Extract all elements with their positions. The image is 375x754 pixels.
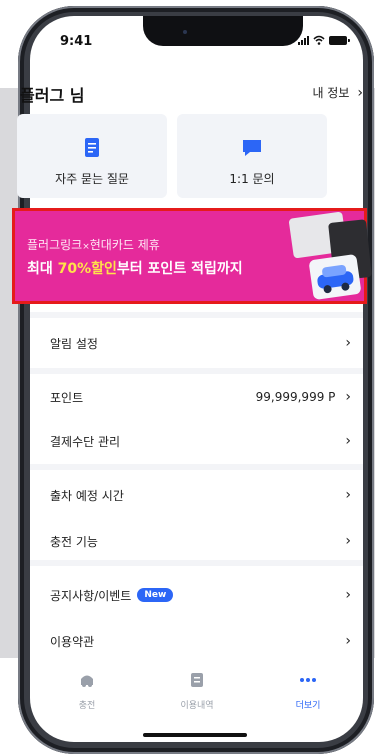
departure-time-row[interactable]: 출차 예정 시간 › bbox=[30, 472, 363, 518]
departure-time-label: 출차 예정 시간 bbox=[50, 488, 124, 503]
profile-link[interactable]: 내 정보 › bbox=[312, 84, 363, 101]
inquiry-button[interactable]: 1:1 문의 bbox=[177, 114, 327, 198]
camera-dot bbox=[183, 30, 187, 34]
battery-icon bbox=[329, 35, 350, 45]
tab-charge-label: 충전 bbox=[78, 701, 96, 711]
user-name-title: 플러그 님 bbox=[20, 86, 85, 105]
chevron-right-icon: › bbox=[345, 487, 351, 503]
chat-icon bbox=[243, 140, 261, 156]
bottom-tab-bar: 충전 이용내역 더보기 bbox=[30, 668, 363, 718]
charging-feature-row[interactable]: 충전 기능 › bbox=[30, 518, 363, 564]
terms-label: 이용약관 bbox=[50, 634, 95, 649]
faq-button[interactable]: 자주 묻는 질문 bbox=[17, 114, 167, 198]
notification-settings-row[interactable]: 알림 설정 › bbox=[30, 320, 363, 366]
chevron-right-icon: › bbox=[345, 533, 351, 549]
notices-row[interactable]: 공지사항/이벤트 New › bbox=[30, 572, 363, 618]
faq-label: 자주 묻는 질문 bbox=[55, 172, 129, 186]
home-indicator bbox=[143, 733, 247, 737]
terms-row[interactable]: 이용약관 › bbox=[30, 618, 363, 664]
profile-link-label: 내 정보 bbox=[312, 86, 350, 100]
points-row[interactable]: 포인트 99,999,999 P › bbox=[30, 374, 363, 420]
tab-charge[interactable]: 충전 bbox=[47, 672, 127, 711]
charging-feature-label: 충전 기능 bbox=[50, 534, 98, 549]
tab-more[interactable]: 더보기 bbox=[268, 672, 348, 711]
tab-history[interactable]: 이용내역 bbox=[157, 672, 237, 711]
section-divider bbox=[30, 312, 363, 318]
promo-banner[interactable]: 플러그링크×현대카드 제휴 최대 70%할인부터 포인트 적립까지 bbox=[12, 208, 372, 304]
banner-subtitle: 플러그링크×현대카드 제휴 bbox=[27, 238, 160, 252]
chevron-right-icon: › bbox=[345, 633, 351, 649]
section-divider bbox=[30, 464, 363, 470]
chevron-right-icon: › bbox=[345, 433, 351, 449]
phone-notch bbox=[143, 16, 303, 46]
new-badge: New bbox=[137, 588, 174, 602]
inquiry-label: 1:1 문의 bbox=[229, 172, 275, 186]
chevron-right-icon: › bbox=[345, 587, 351, 603]
tab-more-label: 더보기 bbox=[295, 701, 321, 711]
notification-settings-label: 알림 설정 bbox=[50, 336, 98, 351]
points-label: 포인트 bbox=[50, 390, 84, 405]
wifi-icon bbox=[313, 35, 325, 45]
chevron-right-icon: › bbox=[357, 84, 363, 101]
car-icon bbox=[81, 675, 93, 687]
document-icon bbox=[85, 138, 99, 157]
list-icon bbox=[191, 673, 203, 687]
tab-history-label: 이용내역 bbox=[180, 701, 214, 711]
car-illustration bbox=[308, 253, 362, 301]
notices-label: 공지사항/이벤트 bbox=[50, 588, 132, 603]
more-dots-icon bbox=[300, 678, 316, 682]
points-value: 99,999,999 P bbox=[255, 390, 336, 404]
payment-methods-row[interactable]: 결제수단 관리 › bbox=[30, 418, 363, 464]
status-icons bbox=[298, 35, 350, 45]
banner-title: 최대 70%할인부터 포인트 적립까지 bbox=[27, 261, 243, 277]
chevron-right-icon: › bbox=[345, 335, 351, 351]
status-time: 9:41 bbox=[60, 34, 93, 49]
payment-methods-label: 결제수단 관리 bbox=[50, 434, 121, 449]
chevron-right-icon: › bbox=[345, 389, 351, 405]
